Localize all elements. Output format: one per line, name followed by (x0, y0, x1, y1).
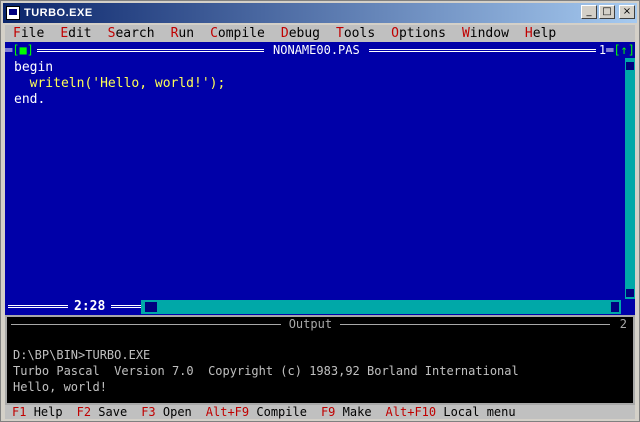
scroll-up-arrow-icon[interactable] (626, 62, 634, 70)
output-line: Turbo Pascal Version 7.0 Copyright (c) 1… (13, 364, 519, 378)
frame-divider (11, 323, 281, 325)
horizontal-scrollbar[interactable] (141, 299, 621, 314)
status-local-menu[interactable]: Alt+F10 Local menu (379, 405, 523, 419)
status-key: Alt+F10 (385, 405, 437, 419)
status-label: Make (342, 405, 372, 419)
menu-run-label: un (178, 26, 195, 41)
menu-tools[interactable]: Tools (328, 26, 383, 41)
menu-edit[interactable]: Edit (52, 26, 99, 41)
cursor-position: 2:28 (74, 299, 106, 314)
menu-compile-label: ompile (217, 26, 265, 41)
scroll-down-arrow-icon[interactable] (626, 289, 634, 297)
menu-help[interactable]: Help (517, 26, 564, 41)
status-make[interactable]: F9 Make (314, 405, 379, 419)
zoom-box-icon[interactable]: [↑] (613, 43, 635, 57)
frame-divider (36, 48, 265, 52)
output-title: Output (288, 317, 333, 331)
code-line: writeln('Hello, world!'); (14, 76, 226, 91)
menu-tools-label: ools (343, 26, 376, 41)
menu-help-label: elp (532, 26, 557, 41)
title-bar[interactable]: TURBO.EXE _ □ × (3, 3, 637, 23)
status-key: F9 (320, 405, 336, 419)
menu-tools-hotkey: T (336, 26, 344, 41)
status-open[interactable]: F3 Open (134, 405, 199, 419)
menu-options-hotkey: O (391, 26, 399, 41)
menu-debug-hotkey: D (280, 26, 289, 41)
menu-options[interactable]: Options (383, 26, 454, 41)
editor-frame-bottom: 2:28 (5, 298, 635, 315)
status-key: F3 (141, 405, 156, 419)
menu-bar: File Edit Search Run Compile Debug Tools… (5, 25, 635, 42)
close-box-icon[interactable]: [■] (12, 43, 34, 57)
menu-file-label: ile (20, 26, 45, 41)
output-window[interactable]: Output 2 D:\BP\BIN>TURBO.EXE Turbo Pascal… (5, 315, 635, 405)
menu-window[interactable]: Window (454, 26, 517, 41)
menu-window-hotkey: W (461, 26, 470, 41)
output-line: Hello, world! (13, 380, 107, 394)
output-line: D:\BP\BIN>TURBO.EXE (13, 348, 151, 362)
output-frame-top: Output 2 (7, 317, 633, 331)
status-help[interactable]: F1 Help (5, 405, 70, 419)
menu-search-label: earch (115, 26, 155, 41)
editor-window[interactable]: ═[■] NONAME00.PAS 1 ═[↑] begin writeln('… (5, 42, 635, 315)
menu-debug-label: ebug (288, 26, 321, 41)
menu-debug[interactable]: Debug (273, 26, 328, 41)
status-key: Alt+F9 (205, 405, 250, 419)
menu-help-hotkey: H (524, 26, 533, 41)
maximize-button[interactable]: □ (599, 5, 615, 19)
application-window: TURBO.EXE _ □ × File Edit Search Run Com… (0, 0, 640, 422)
status-save[interactable]: F2 Save (70, 405, 135, 419)
dos-screen: File Edit Search Run Compile Debug Tools… (5, 25, 635, 419)
menu-file-hotkey: F (13, 26, 21, 41)
status-label: Save (98, 405, 128, 419)
menu-compile[interactable]: Compile (202, 26, 273, 41)
editor-zoom-box[interactable]: ═[↑] (606, 43, 635, 57)
output-window-number: 2 (619, 317, 627, 331)
close-button[interactable]: × (619, 5, 635, 19)
code-line: end. (14, 92, 46, 107)
menu-edit-hotkey: E (60, 26, 69, 41)
dos-app-icon[interactable] (6, 6, 20, 20)
window-title: TURBO.EXE (24, 7, 93, 19)
editor-filename: NONAME00.PAS (267, 43, 366, 57)
vertical-scrollbar[interactable] (625, 58, 635, 299)
menu-compile-hotkey: C (210, 26, 218, 41)
menu-options-label: ptions (398, 26, 446, 41)
output-text: D:\BP\BIN>TURBO.EXE Turbo Pascal Version … (13, 347, 519, 395)
minimize-button[interactable]: _ (581, 5, 597, 19)
editor-close-box[interactable]: ═[■] (5, 43, 34, 57)
frame-divider (340, 323, 610, 325)
code-area[interactable]: begin writeln('Hello, world!'); end. (14, 60, 225, 108)
menu-run[interactable]: Run (163, 26, 202, 41)
window-controls: _ □ × (581, 5, 635, 19)
status-label: Help (33, 405, 63, 419)
editor-frame-top: ═[■] NONAME00.PAS 1 ═[↑] (5, 42, 635, 58)
code-line: begin (14, 60, 54, 75)
status-compile[interactable]: Alt+F9 Compile (199, 405, 314, 419)
status-bar: F1 Help F2 Save F3 Open Alt+F9 Compile F… (5, 405, 635, 419)
status-label: Local menu (443, 405, 516, 419)
menu-window-label: indow (469, 26, 509, 41)
frame-divider (111, 305, 142, 308)
scroll-right-arrow-icon[interactable] (611, 301, 619, 312)
status-key: F2 (76, 405, 92, 419)
scroll-left-arrow-icon[interactable] (145, 301, 158, 312)
editor-window-number: 1 (598, 43, 607, 57)
menu-file[interactable]: File (5, 26, 52, 41)
frame-divider (368, 48, 596, 52)
status-label: Compile (256, 405, 307, 419)
menu-search[interactable]: Search (100, 26, 163, 41)
status-key: F1 (12, 405, 27, 419)
menu-edit-label: dit (68, 26, 92, 41)
frame-divider (8, 305, 68, 308)
status-label: Open (162, 405, 192, 419)
